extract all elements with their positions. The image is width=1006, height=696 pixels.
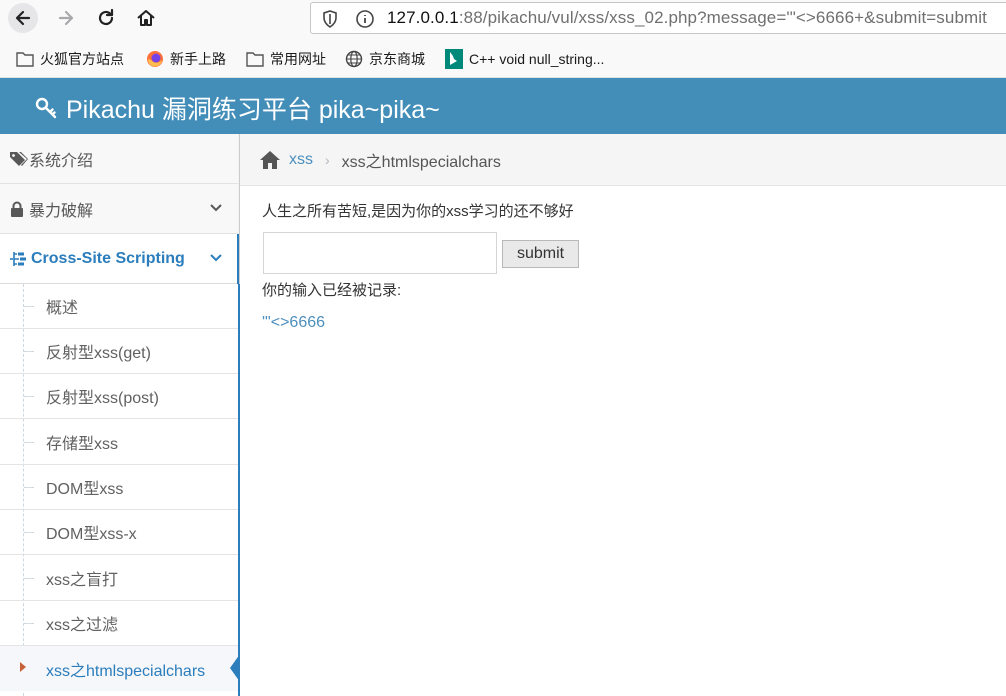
submenu-item-label: DOM型xss — [46, 481, 124, 498]
folder-icon — [246, 52, 264, 67]
tree-connector — [24, 487, 34, 488]
bookmark-label: 京东商城 — [369, 51, 425, 67]
url-host: 127.0.0.1 — [387, 8, 459, 27]
url-path: :88/pikachu/vul/xss/xss_02.php?message='… — [458, 8, 987, 27]
chevron-down-icon — [210, 204, 222, 212]
submenu-item-filter[interactable]: xss之过滤 — [0, 601, 238, 646]
xss-submenu: 概述 反射型xss(get) 反射型xss(post) 存储型xss DOM型x… — [0, 284, 240, 696]
breadcrumb-link-xss[interactable]: xss — [289, 151, 313, 169]
active-indicator — [230, 654, 240, 682]
tree-connector — [24, 351, 34, 352]
tree-connector — [24, 623, 34, 624]
submenu-item-label: xss之过滤 — [46, 617, 119, 634]
breadcrumb: xss › xss之htmlspecialchars — [240, 134, 1006, 186]
globe-icon — [345, 50, 363, 68]
arrow-right-icon — [58, 10, 74, 26]
submenu-item-label: DOM型xss-x — [46, 526, 137, 543]
bing-icon — [445, 49, 463, 69]
browser-toolbar: 127.0.0.1:88/pikachu/vul/xss/xss_02.php?… — [0, 0, 1006, 38]
caret-right-icon — [20, 662, 26, 672]
sidebar-item-label: 暴力破解 — [29, 202, 94, 220]
bookmark-firefox-site[interactable]: 火狐官方站点 — [16, 49, 124, 69]
tags-icon — [10, 151, 28, 166]
lock-icon — [11, 201, 23, 217]
recorded-label: 你的输入已经被记录: — [262, 282, 402, 299]
tree-connector — [24, 396, 34, 397]
breadcrumb-current: xss之htmlspecialchars — [341, 153, 501, 171]
reload-button[interactable] — [91, 3, 121, 33]
key-icon — [35, 97, 57, 119]
submenu-item-dom[interactable]: DOM型xss — [0, 465, 238, 510]
submenu-item-label: 概述 — [46, 300, 79, 317]
submenu-item-overview[interactable]: 概述 — [0, 284, 238, 329]
sidebar: 系统介绍 暴力破解 Cross-Site Scripting 概述 反射型xss… — [0, 134, 240, 696]
reload-icon — [98, 8, 114, 26]
submenu-item-label: 反射型xss(get) — [46, 345, 151, 362]
sidebar-item-brute-force[interactable]: 暴力破解 — [0, 184, 238, 234]
home-icon[interactable] — [259, 150, 281, 170]
breadcrumb-separator: › — [325, 151, 330, 168]
app-title-text: Pikachu 漏洞练习平台 pika~pika~ — [66, 96, 440, 124]
tree-connector — [24, 578, 34, 579]
list-tree-icon — [10, 251, 26, 266]
submenu-item-reflected-post[interactable]: 反射型xss(post) — [0, 374, 238, 419]
submenu-item-reflected-get[interactable]: 反射型xss(get) — [0, 329, 238, 374]
app-header: Pikachu 漏洞练习平台 pika~pika~ — [0, 78, 1006, 134]
tree-connector — [24, 532, 34, 533]
firefox-icon — [147, 51, 163, 67]
bookmark-getting-started[interactable]: 新手上路 — [146, 49, 226, 69]
info-icon[interactable] — [355, 9, 375, 29]
bookmarks-toolbar: 火狐官方站点 新手上路 常用网址 京东商城 C++ void null_stri… — [0, 38, 1006, 78]
bookmark-common-sites[interactable]: 常用网址 — [246, 49, 326, 69]
submenu-item-stored[interactable]: 存储型xss — [0, 420, 238, 465]
home-button[interactable] — [131, 3, 161, 33]
submenu-item-htmlspecialchars[interactable]: xss之htmlspecialchars — [0, 646, 240, 691]
submenu-item-label: xss之盲打 — [46, 572, 119, 589]
back-button[interactable] — [8, 3, 38, 33]
tree-connector — [24, 306, 34, 307]
sidebar-item-xss[interactable]: Cross-Site Scripting — [0, 234, 239, 284]
submenu-item-blind[interactable]: xss之盲打 — [0, 556, 238, 601]
bookmark-jd[interactable]: 京东商城 — [345, 49, 425, 69]
folder-icon — [16, 52, 34, 67]
sidebar-item-label: Cross-Site Scripting — [31, 249, 185, 267]
shield-icon[interactable] — [321, 9, 339, 29]
home-icon — [137, 10, 155, 26]
submenu-item-label: 存储型xss — [46, 436, 119, 453]
forward-button[interactable] — [51, 3, 81, 33]
url-bar[interactable]: 127.0.0.1:88/pikachu/vul/xss/xss_02.php?… — [310, 2, 1006, 34]
sidebar-item-label: 系统介绍 — [29, 152, 94, 170]
bookmark-label: 新手上路 — [170, 51, 226, 67]
recorded-value-link[interactable]: '"<>6666 — [262, 314, 325, 332]
main-content: 人生之所有苦短,是因为你的xss学习的还不够好 submit 你的输入已经被记录… — [240, 186, 1006, 696]
bookmark-cpp-void[interactable]: C++ void null_string... — [445, 49, 604, 69]
tree-connector — [24, 442, 34, 443]
app-title[interactable]: Pikachu 漏洞练习平台 pika~pika~ — [34, 90, 440, 126]
chevron-down-icon — [210, 254, 222, 262]
sidebar-item-system-intro[interactable]: 系统介绍 — [0, 134, 238, 184]
submenu-item-label: 反射型xss(post) — [46, 390, 159, 407]
bookmark-label: 火狐官方站点 — [40, 51, 124, 67]
submit-button[interactable]: submit — [502, 240, 579, 268]
url-text[interactable]: 127.0.0.1:88/pikachu/vul/xss/xss_02.php?… — [387, 8, 987, 28]
submenu-item-label: xss之htmlspecialchars — [46, 662, 206, 680]
arrow-left-icon — [15, 10, 31, 26]
submenu-item-dom-x[interactable]: DOM型xss-x — [0, 510, 238, 555]
message-input[interactable] — [263, 232, 497, 274]
bookmark-label: C++ void null_string... — [469, 51, 605, 67]
bookmark-label: 常用网址 — [270, 51, 326, 67]
intro-text: 人生之所有苦短,是因为你的xss学习的还不够好 — [262, 203, 574, 220]
